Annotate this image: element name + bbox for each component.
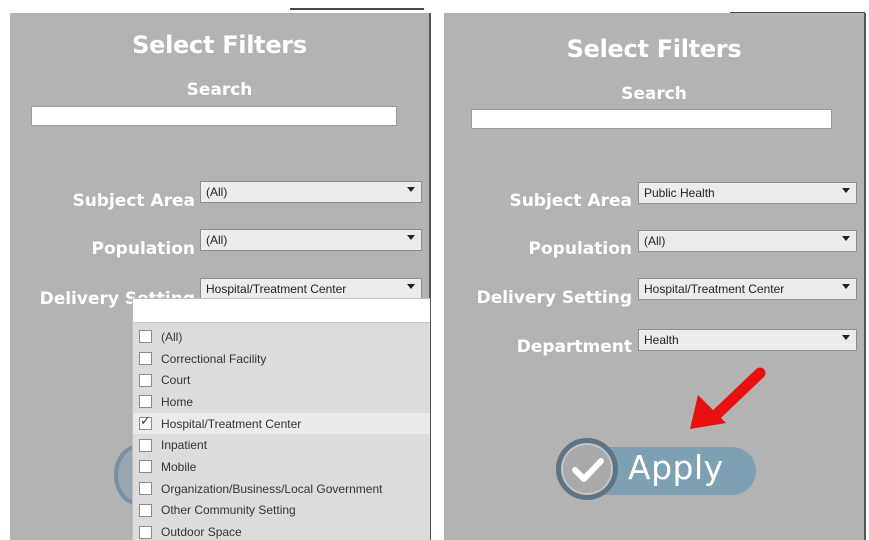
dropdown-item-home[interactable]: Home (133, 391, 430, 413)
dropdown-item-hospital-treatment-center[interactable]: ✓ Hospital/Treatment Center (133, 412, 430, 435)
dropdown-item-label: Organization/Business/Local Government (161, 481, 383, 496)
checkbox[interactable] (139, 438, 152, 452)
panel-title: Select Filters (132, 31, 307, 59)
dropdown-item-organization[interactable]: Organization/Business/Local Government (133, 478, 430, 500)
check-icon (572, 458, 604, 482)
dropdown-item-correctional-facility[interactable]: Correctional Facility (133, 348, 430, 370)
checkbox[interactable] (139, 525, 152, 539)
delivery-setting-dropdown: (All) Correctional Facility Court Home ✓… (132, 298, 430, 540)
top-divider-left (290, 8, 424, 10)
delivery-setting-select[interactable]: Hospital/Treatment Center (638, 278, 857, 300)
dropdown-item-court[interactable]: Court (133, 369, 430, 391)
dropdown-item-label: Correctional Facility (161, 351, 267, 366)
chevron-down-icon (407, 284, 415, 289)
chevron-down-icon (407, 235, 415, 240)
department-label: Department (516, 337, 632, 357)
select-value: (All) (206, 185, 228, 199)
dropdown-item-other-community-setting[interactable]: Other Community Setting (133, 500, 430, 522)
population-select[interactable]: (All) (200, 229, 422, 251)
checkbox-checked[interactable]: ✓ (139, 413, 152, 431)
checkbox[interactable] (139, 482, 152, 496)
check-icon: ✓ (140, 413, 151, 429)
dropdown-item-mobile[interactable]: Mobile (133, 456, 430, 478)
select-value: Health (644, 333, 679, 347)
dropdown-item-label: Inpatient (161, 438, 208, 453)
population-label: Population (528, 239, 632, 259)
search-label: Search (621, 84, 687, 104)
apply-button[interactable]: Apply (556, 428, 756, 504)
delivery-setting-select[interactable]: Hospital/Treatment Center (200, 278, 422, 300)
subject-area-select[interactable]: (All) (200, 181, 422, 203)
checkbox[interactable] (139, 460, 152, 474)
subject-area-select[interactable]: Public Health (638, 182, 857, 204)
panel-title: Select Filters (566, 35, 742, 63)
chevron-down-icon (842, 284, 850, 289)
dropdown-item-label: Mobile (161, 459, 197, 474)
dropdown-item-label: Outdoor Space (161, 525, 242, 540)
population-label: Population (91, 239, 195, 259)
population-select[interactable]: (All) (638, 230, 857, 252)
dropdown-item-label: Home (161, 394, 194, 409)
apply-label: Apply (628, 448, 724, 487)
chevron-down-icon (407, 187, 415, 192)
subject-area-label: Subject Area (72, 191, 195, 211)
chevron-down-icon (842, 335, 850, 340)
dropdown-list: (All) Correctional Facility Court Home ✓… (133, 326, 430, 540)
dropdown-item-outdoor-space[interactable]: Outdoor Space (133, 521, 430, 540)
checkbox[interactable] (139, 503, 152, 517)
search-label: Search (186, 80, 253, 100)
search-input[interactable] (31, 106, 397, 126)
select-value: (All) (206, 233, 228, 247)
check-circle-icon (556, 438, 618, 500)
dropdown-item-inpatient[interactable]: Inpatient (133, 434, 430, 456)
chevron-down-icon (842, 188, 850, 193)
chevron-down-icon (842, 236, 850, 241)
select-value: Hospital/Treatment Center (206, 282, 347, 296)
dropdown-search-input[interactable] (133, 299, 430, 323)
checkbox[interactable] (139, 352, 152, 366)
red-arrow-icon (690, 367, 766, 429)
department-select[interactable]: Health (638, 329, 857, 351)
subject-area-label: Subject Area (509, 191, 632, 211)
checkbox[interactable] (139, 395, 152, 409)
select-value: (All) (644, 234, 666, 248)
dropdown-item-label: Other Community Setting (161, 503, 296, 518)
filter-panel-right: Select Filters Search Subject Area Publi… (444, 13, 866, 540)
checkbox[interactable] (139, 373, 152, 387)
checkbox[interactable] (139, 330, 152, 344)
search-input[interactable] (471, 109, 832, 129)
delivery-setting-label: Delivery Setting (476, 288, 632, 308)
dropdown-item-all[interactable]: (All) (133, 326, 430, 348)
dropdown-item-label: (All) (161, 329, 183, 344)
select-value: Hospital/Treatment Center (644, 282, 785, 296)
select-value: Public Health (644, 186, 715, 200)
dropdown-item-label: Court (161, 373, 191, 388)
dropdown-item-label: Hospital/Treatment Center (161, 416, 302, 431)
